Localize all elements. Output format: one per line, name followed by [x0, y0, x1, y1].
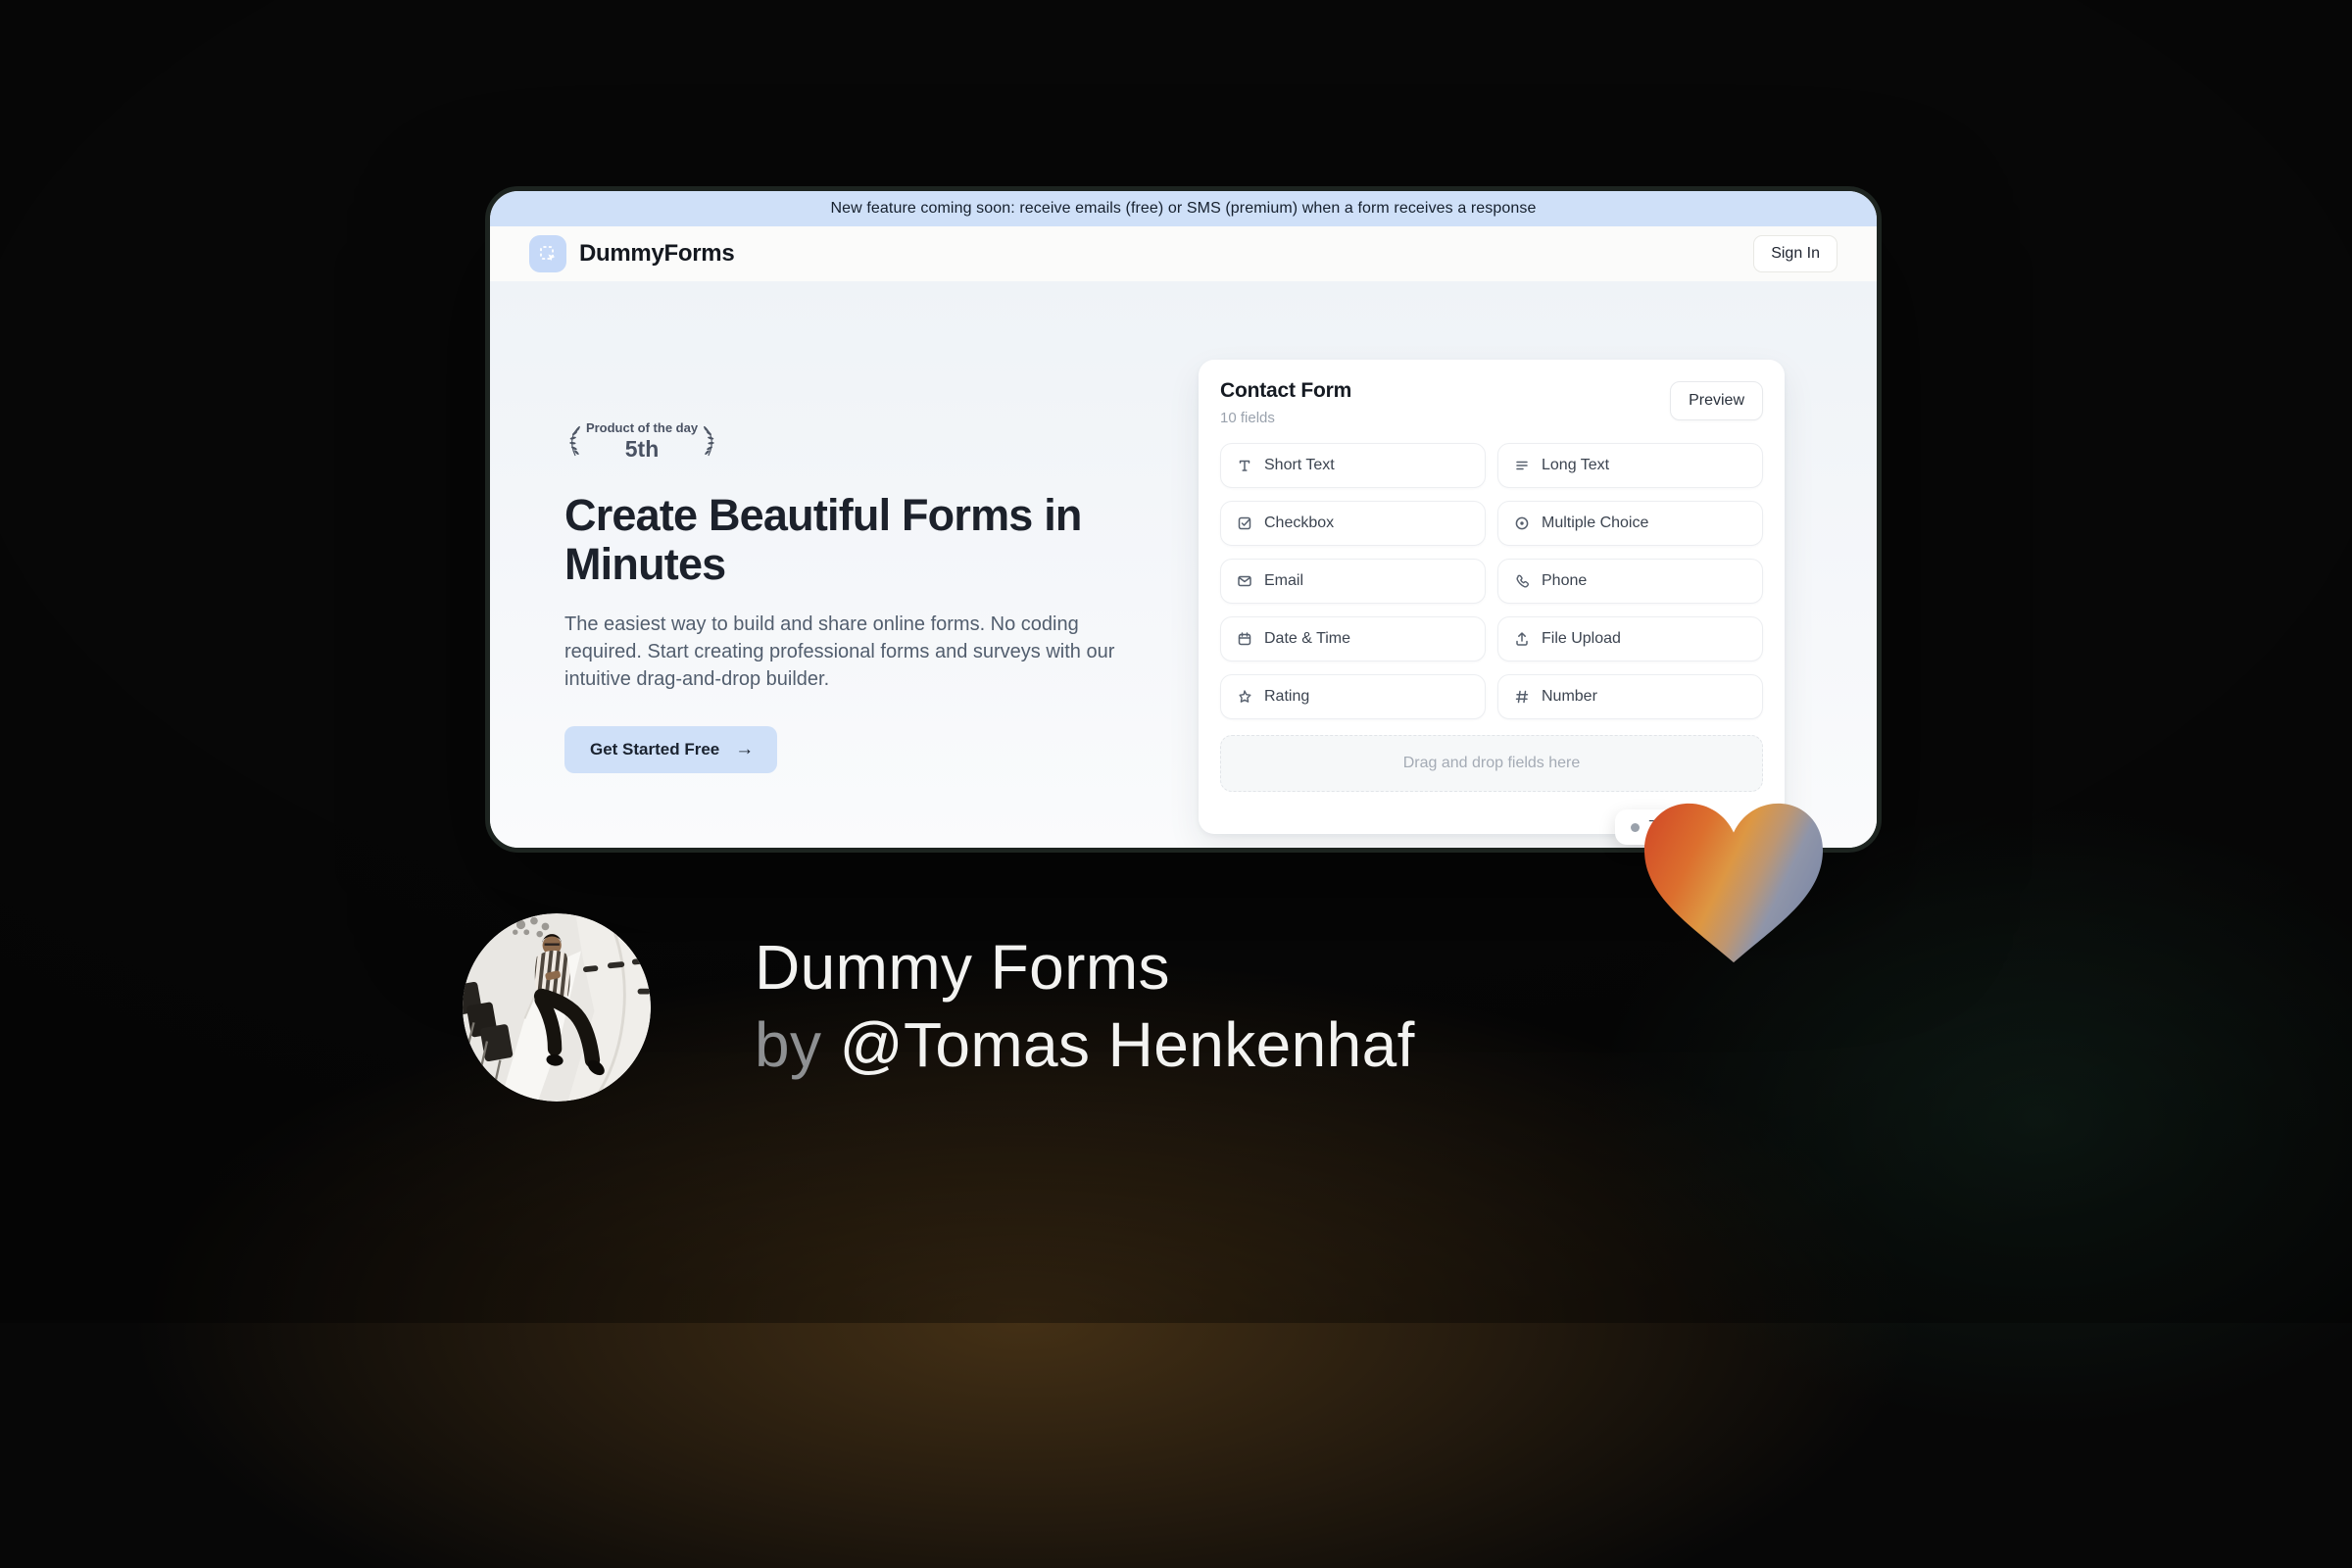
envelope-icon [1238, 575, 1251, 587]
footer-author-handle: @Tomas Henkenhaf [839, 1009, 1415, 1080]
hash-icon [1515, 690, 1529, 704]
product-of-the-day-badge: Product of the day 5th [564, 416, 719, 466]
badge-label: Product of the day [585, 419, 699, 435]
field-label: Phone [1542, 572, 1588, 589]
upload-icon [1516, 632, 1528, 646]
field-label: Email [1264, 572, 1304, 589]
hero-section: Product of the day 5th Create Beautiful … [490, 281, 1877, 848]
field-label: Checkbox [1264, 514, 1335, 531]
laurel-left-icon [569, 425, 580, 457]
footer-byline-prefix: by [755, 1009, 840, 1080]
form-field-count: 10 fields [1220, 410, 1275, 426]
form-title: Contact Form [1220, 379, 1352, 402]
laurel-right-icon [704, 425, 714, 457]
get-started-button[interactable]: Get Started Free → [564, 726, 778, 773]
selection-cursor-icon [529, 235, 566, 272]
form-builder-titles: Contact Form 10 fields [1220, 379, 1351, 426]
author-avatar [463, 913, 651, 1102]
footer-app-name: Dummy Forms [755, 932, 1170, 1003]
announcement-banner: New feature coming soon: receive emails … [490, 191, 1877, 226]
page-title-line1: Create Beautiful Forms in [564, 490, 1082, 540]
field-label: Date & Time [1264, 630, 1351, 647]
badge-text: Product of the day 5th [586, 420, 698, 463]
phone-icon [1516, 574, 1530, 588]
drag-drop-zone[interactable]: Drag and drop fields here [1220, 735, 1763, 792]
field-label: File Upload [1542, 630, 1621, 647]
badge-rank: 5th [624, 435, 660, 462]
field-file-upload-button[interactable]: File Upload [1497, 616, 1763, 662]
brand-name: DummyForms [579, 240, 735, 267]
field-checkbox-button[interactable]: Checkbox [1220, 501, 1486, 546]
hero-paragraph-sentence2: Start creating professional forms and su… [564, 641, 1115, 690]
app-window: New feature coming soon: receive emails … [485, 186, 1882, 853]
field-label: Short Text [1264, 457, 1335, 473]
field-label: Multiple Choice [1542, 514, 1649, 531]
field-email-button[interactable]: Email [1220, 559, 1486, 604]
field-date-time-button[interactable]: Date & Time [1220, 616, 1486, 662]
footer-byline: by @Tomas Henkenhaf [755, 1006, 1415, 1084]
field-multiple-choice-button[interactable]: Multiple Choice [1497, 501, 1763, 546]
field-type-grid: Short Text Long Text Checkbox Multiple C… [1220, 443, 1763, 719]
footer-title: Dummy Forms by @Tomas Henkenhaf [755, 929, 1415, 1084]
form-builder-panel: Contact Form 10 fields Preview Short Tex… [1199, 360, 1785, 834]
field-label: Long Text [1542, 457, 1610, 473]
star-icon [1239, 690, 1251, 703]
field-label: Number [1542, 688, 1597, 705]
calendar-icon [1238, 632, 1251, 646]
field-phone-button[interactable]: Phone [1497, 559, 1763, 604]
field-number-button[interactable]: Number [1497, 674, 1763, 719]
form-builder-header: Contact Form 10 fields Preview [1220, 379, 1763, 426]
navbar: DummyForms Sign In [490, 226, 1877, 281]
radio-icon [1515, 516, 1529, 530]
field-label: Rating [1264, 688, 1310, 705]
hero-paragraph: The easiest way to build and share onlin… [564, 611, 1133, 693]
arrow-right-icon: → [735, 739, 755, 760]
sign-in-button[interactable]: Sign In [1753, 235, 1838, 272]
preview-button[interactable]: Preview [1670, 381, 1763, 420]
text-icon [1239, 460, 1250, 471]
hero-content: Product of the day 5th Create Beautiful … [564, 281, 1162, 773]
field-short-text-button[interactable]: Short Text [1220, 443, 1486, 488]
checkbox-icon [1238, 516, 1251, 530]
drag-drop-text: Drag and drop fields here [1402, 755, 1581, 771]
field-rating-button[interactable]: Rating [1220, 674, 1486, 719]
long-text-icon [1516, 461, 1528, 470]
brand[interactable]: DummyForms [529, 235, 735, 272]
field-long-text-button[interactable]: Long Text [1497, 443, 1763, 488]
page-title: Create Beautiful Forms in Minutes [564, 491, 1162, 589]
announcement-text: New feature coming soon: receive emails … [830, 200, 1537, 217]
get-started-label: Get Started Free [590, 740, 720, 759]
heart-icon [1643, 803, 1824, 963]
page-title-line2: Minutes [564, 539, 726, 589]
